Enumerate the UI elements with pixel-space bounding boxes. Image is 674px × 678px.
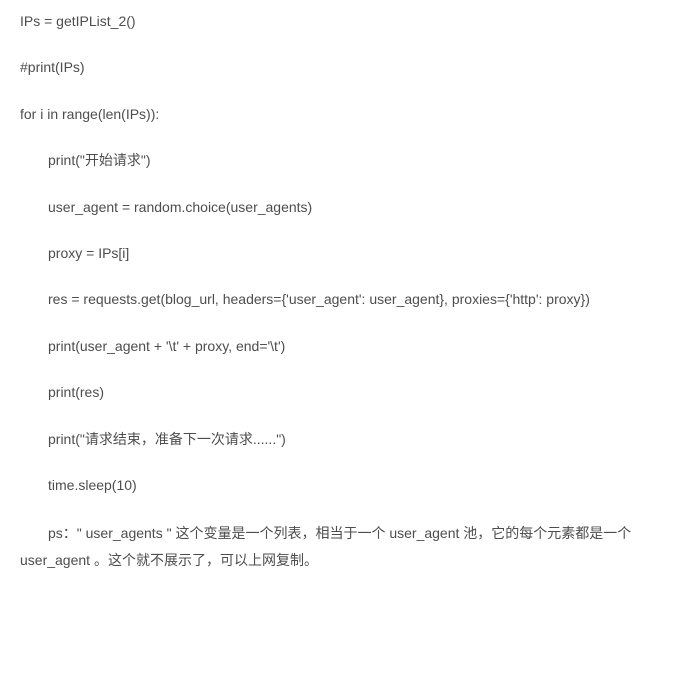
code-line-7: res = requests.get(blog_url, headers={'u… [20, 288, 654, 310]
code-line-1: IPs = getIPList_2() [20, 10, 654, 32]
code-line-8: print(user_agent + '\t' + proxy, end='\t… [20, 335, 654, 357]
code-line-10: print("请求结束，准备下一次请求......") [20, 428, 654, 450]
paragraph-note: ps：" user_agents " 这个变量是一个列表，相当于一个 user_… [20, 520, 654, 573]
code-line-3: for i in range(len(IPs)): [20, 103, 654, 125]
code-line-5: user_agent = random.choice(user_agents) [20, 196, 654, 218]
code-line-6: proxy = IPs[i] [20, 242, 654, 264]
code-line-2: #print(IPs) [20, 56, 654, 78]
paragraph-text: ps：" user_agents " 这个变量是一个列表，相当于一个 user_… [20, 525, 631, 568]
code-line-9: print(res) [20, 381, 654, 403]
code-line-11: time.sleep(10) [20, 474, 654, 496]
code-line-4: print("开始请求") [20, 149, 654, 171]
